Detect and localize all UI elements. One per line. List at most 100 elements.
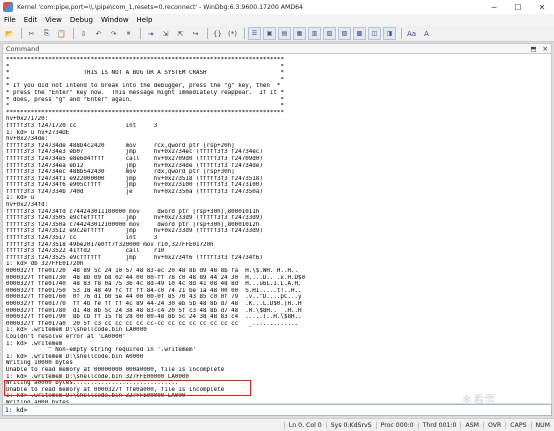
registers-window-icon[interactable]: ▦ — [293, 27, 306, 40]
font-icon[interactable]: Aa — [405, 27, 418, 40]
output-line: hv+0x2734de: — [6, 136, 49, 143]
output-line: 0000327f`ffe01790 8b cb ff 15 f8 28 00 0… — [6, 314, 302, 321]
minimize-button[interactable]: ─ — [482, 0, 506, 14]
output-line: 1: kd> .writemem D:\shellcode.bin LA0000 — [6, 327, 147, 334]
toolbar-separator — [73, 28, 74, 39]
command-window-icon[interactable]: ☰ — [248, 27, 261, 40]
status-caps: CAPS — [505, 421, 530, 429]
watch-icon[interactable]: (*) — [226, 27, 239, 40]
close-button[interactable]: ✕ — [530, 0, 554, 14]
run-to-cursor-icon[interactable]: ↪ — [189, 27, 202, 40]
output-line: fffff3f3`f2471720 cc int 3 — [6, 122, 158, 129]
output-line: fffff3f3`f24734ea eb12 jmp hv+0x2734de (… — [6, 162, 263, 169]
output-line: fffff3f3`f247350a c744243012100000 mov d… — [6, 221, 260, 228]
output-line: Couldn't resolve error at 'LA0000' — [6, 333, 126, 340]
status-ovr: OVR — [482, 421, 505, 429]
menu-help[interactable]: Help — [133, 16, 157, 24]
menu-debug[interactable]: Debug — [66, 16, 97, 24]
call-stack-window-icon[interactable]: ▧ — [323, 27, 336, 40]
locals-window-icon[interactable]: ▤ — [278, 27, 291, 40]
command-input-bar: 1: kd> — [2, 404, 552, 416]
toolbar-separator — [401, 28, 402, 39]
maximize-button[interactable]: ☐ — [506, 0, 530, 14]
output-line: 1: kd> db 327FFE01720h — [6, 261, 84, 268]
status-system: Sys 0:KdSrvS — [325, 421, 376, 429]
paste-icon[interactable]: 📋 — [55, 27, 68, 40]
toolbar-separator — [21, 28, 22, 39]
watch-window-icon[interactable]: ▣ — [263, 27, 276, 40]
output-line: ^ Non-empty string required in '.writeme… — [6, 347, 196, 354]
output-line: hv+0x271720: — [6, 116, 49, 123]
output-line: Writing a000 bytes...................... — [6, 399, 147, 403]
output-line: * * — [6, 76, 284, 83]
output-line: 0000327f`ffe01760 0f 76 d1 b0 5e 44 00 0… — [6, 294, 302, 301]
options-icon[interactable]: A — [420, 27, 433, 40]
disassembly-window-icon[interactable]: ▨ — [338, 27, 351, 40]
copy-icon[interactable]: ⎘ — [40, 27, 53, 40]
output-line: fffff3f3`f247334b 740d je hv+0x27350a (f… — [6, 188, 263, 195]
output-line: 1: kd> .writemem D:\shellcode.bin 327FFE… — [6, 373, 189, 380]
output-line: fffff3f3`f24734e5 e8e6d4ffff call hv+0x2… — [6, 155, 263, 162]
title-bar: Kernel 'com:pipe,port=\\.\pipe\com_1,res… — [0, 0, 554, 15]
output-line: Writing 10000 bytes — [6, 360, 73, 367]
output-line: fffff3f3`f2473525 e9cffffff jmp hv+0x273… — [6, 254, 263, 261]
toolbar-separator — [207, 28, 208, 39]
step-out-icon[interactable]: ⇱ — [174, 27, 187, 40]
restart-icon[interactable]: ↶ — [92, 27, 105, 40]
menu-view[interactable]: View — [41, 16, 66, 24]
source-mode-icon[interactable]: ◨ — [383, 27, 396, 40]
processes-threads-window-icon[interactable]: ◫ — [368, 27, 381, 40]
insert-breakpoint-icon[interactable]: {} — [211, 27, 224, 40]
step-into-icon[interactable]: ⇥ — [144, 27, 157, 40]
step-over-icon[interactable]: ⇲ — [159, 27, 172, 40]
output-line: 0000327f`ffe01770 ff 4b fe ff ff 4c 89 4… — [6, 300, 302, 307]
menu-edit[interactable]: Edit — [20, 16, 42, 24]
output-line: fffff3f3`f24734fd c744243011100000 mov d… — [6, 208, 260, 215]
output-line: fffff3f3`f24734f1 e922000000 jmp hv+0x27… — [6, 175, 263, 182]
output-line: 1: kd> u — [6, 195, 35, 202]
output-line: * THIS IS NOT A BUG OR A SYSTEM CRASH * — [6, 70, 284, 77]
output-line: 0000327f`ffe01730 48 8b 09 b8 02 44 00 0… — [6, 274, 306, 281]
status-asm: ASM — [460, 421, 483, 429]
output-lines: ****************************************… — [3, 54, 551, 403]
close-pane-icon[interactable]: ✕ — [540, 45, 551, 53]
output-line: 0000327f`ffe01780 d1 48 8b 5c 24 38 48 8… — [6, 307, 302, 314]
command-window-header: Command ⬒ ✕ — [2, 43, 552, 54]
cut-icon[interactable]: ✂ — [25, 27, 38, 40]
output-line: 1: kd> u hv+2734DE — [6, 129, 70, 136]
status-line-col: Ln 0, Col 0 — [283, 421, 326, 429]
menu-window[interactable]: Window — [97, 16, 133, 24]
output-line: * press the "Enter" key now. This messag… — [6, 89, 284, 96]
command-output[interactable]: ****************************************… — [2, 54, 552, 403]
output-line: fffff3f3`f24734e3 eb07 jmp hv+0x2734ec (… — [6, 149, 263, 156]
output-line: * * — [6, 103, 284, 110]
output-line: 0000327f`ffe017a0 20 5f c3 cc cc cc cc c… — [6, 320, 299, 327]
go-icon[interactable]: ⇩ — [77, 27, 90, 40]
dock-icon[interactable]: ⬒ — [527, 45, 539, 53]
output-line: fffff3f3`f2473512 e9c2efffff jmp hv+0x27… — [6, 228, 263, 235]
status-thread: Thrd 001:0 — [417, 421, 461, 429]
output-line: 0000327f`ffe01750 53 18 48 49 fc ff ff 8… — [6, 287, 302, 294]
open-icon[interactable]: 📂 — [3, 27, 16, 40]
output-line: fffff3f3`f2473522 41ffd2 call r10 — [6, 248, 165, 255]
output-line: ****************************************… — [6, 109, 284, 116]
window-title: Kernel 'com:pipe,port=\\.\pipe\com_1,res… — [17, 3, 303, 11]
menu-file[interactable]: File — [0, 16, 20, 24]
output-line: fffff3f3`f2473505 e9cfefffff jmp hv+0x27… — [6, 215, 263, 222]
command-window-label: Command — [6, 44, 40, 53]
stop-debugging-icon[interactable]: ↷ — [107, 27, 120, 40]
menu-bar: File Edit View Debug Window Help — [0, 14, 554, 26]
status-process: Proc 000:0 — [375, 421, 418, 429]
output-line: fffff3f3`f2473518 49be2017e0ff7f320000 m… — [6, 241, 214, 248]
output-line: fffff3f3`f2473517 cc int 3 — [6, 235, 158, 242]
break-icon[interactable]: ⏸ — [122, 27, 135, 40]
status-num: NUM — [530, 421, 554, 429]
output-line: Writing a0000 bytes.....................… — [6, 380, 179, 387]
memory-window-icon[interactable]: ▥ — [308, 27, 321, 40]
windbg-app-icon — [3, 2, 13, 12]
scratch-pad-window-icon[interactable]: ▩ — [353, 27, 366, 40]
output-line: Unable to read memory at 00000000`000a00… — [6, 366, 225, 373]
command-input[interactable] — [27, 405, 551, 415]
output-line: 1: kd> .writemem — [6, 340, 63, 347]
output-line: 1: kd> .writemem D:\shellcode.bin A0000 — [6, 353, 144, 360]
